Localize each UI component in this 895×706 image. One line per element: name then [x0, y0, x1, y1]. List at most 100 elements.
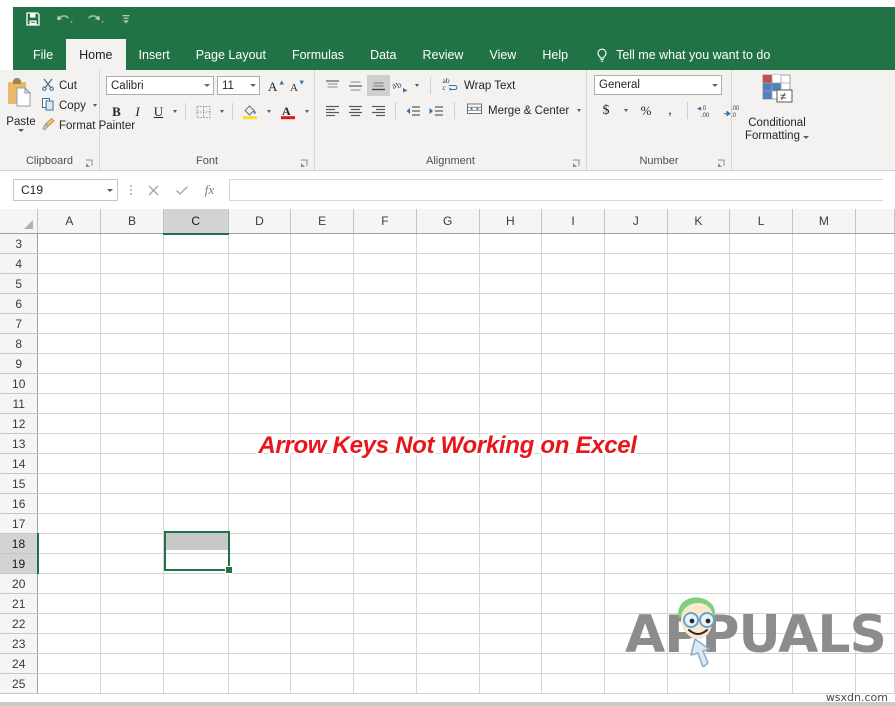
cell-C15[interactable] [163, 473, 229, 494]
cell-I12[interactable] [541, 413, 605, 434]
cell-B10[interactable] [100, 373, 164, 394]
cell-C5[interactable] [163, 273, 229, 294]
cell-I9[interactable] [541, 353, 605, 374]
cell-C7[interactable] [163, 313, 229, 334]
increase-decimal-button[interactable]: .0 .00 [693, 100, 720, 121]
cell-A23[interactable] [37, 633, 102, 654]
cell-K23[interactable] [667, 633, 731, 654]
cell-H3[interactable] [479, 233, 543, 254]
cell-C13[interactable] [163, 433, 229, 454]
wrap-text-button[interactable]: ab c Wrap Text [438, 75, 519, 96]
cell-E21[interactable] [290, 593, 355, 614]
cell-J3[interactable] [604, 233, 668, 254]
tab-data[interactable]: Data [357, 39, 409, 70]
row-header-23[interactable]: 23 [0, 633, 39, 654]
merge-dropdown-caret-icon[interactable] [577, 109, 582, 112]
cell-C24[interactable] [163, 653, 229, 674]
cell-J19[interactable] [604, 553, 668, 574]
cell-I21[interactable] [541, 593, 605, 614]
cell-A10[interactable] [37, 373, 102, 394]
column-header-L[interactable]: L [729, 209, 793, 234]
cell-F6[interactable] [353, 293, 417, 314]
tab-help[interactable]: Help [529, 39, 581, 70]
row-header-7[interactable]: 7 [0, 313, 39, 334]
cell-M17[interactable] [792, 513, 856, 534]
cell-A13[interactable] [37, 433, 102, 454]
cell-J24[interactable] [604, 653, 668, 674]
cell-F5[interactable] [353, 273, 417, 294]
name-box-caret-icon[interactable] [107, 188, 113, 192]
cell-J16[interactable] [604, 493, 668, 514]
cell-E14[interactable] [290, 453, 355, 474]
worksheet-grid[interactable]: ABCDEFGHIJKLM 3 4 5 6 7 8 9 10 11 12 13 14 15 16 17 18 1… [0, 209, 895, 706]
customize-quick-access-toolbar-icon[interactable] [115, 8, 137, 30]
cell-partial-6[interactable] [855, 293, 895, 314]
cell-F10[interactable] [353, 373, 417, 394]
cell-M10[interactable] [792, 373, 856, 394]
cell-I10[interactable] [541, 373, 605, 394]
cell-G6[interactable] [416, 293, 480, 314]
cell-L7[interactable] [729, 313, 793, 334]
cell-partial-9[interactable] [855, 353, 895, 374]
cell-partial-12[interactable] [855, 413, 895, 434]
cell-D23[interactable] [228, 633, 292, 654]
cell-L24[interactable] [729, 653, 793, 674]
row-header-8[interactable]: 8 [0, 333, 39, 354]
cell-L19[interactable] [729, 553, 793, 574]
accounting-dropdown-caret-icon[interactable] [618, 100, 634, 121]
cell-C22[interactable] [163, 613, 229, 634]
cell-J20[interactable] [604, 573, 668, 594]
cell-M18[interactable] [792, 533, 856, 554]
cell-K12[interactable] [667, 413, 731, 434]
cell-M8[interactable] [792, 333, 856, 354]
row-header-12[interactable]: 12 [0, 413, 39, 434]
row-header-19[interactable]: 19 [0, 553, 39, 574]
copy-dropdown-caret-icon[interactable] [92, 104, 97, 107]
cell-G9[interactable] [416, 353, 480, 374]
cell-K25[interactable] [667, 673, 731, 694]
cell-D16[interactable] [228, 493, 292, 514]
cell-H18[interactable] [479, 533, 543, 554]
cell-L5[interactable] [729, 273, 793, 294]
cell-A3[interactable] [37, 233, 102, 254]
cell-J23[interactable] [604, 633, 668, 654]
cell-K3[interactable] [667, 233, 731, 254]
cell-M23[interactable] [792, 633, 856, 654]
number-dialog-launcher-icon[interactable] [717, 159, 726, 168]
cell-D22[interactable] [228, 613, 292, 634]
cell-J17[interactable] [604, 513, 668, 534]
cell-M11[interactable] [792, 393, 856, 414]
cell-C4[interactable] [163, 253, 229, 274]
increase-font-size-button[interactable]: A [265, 75, 286, 96]
cell-E18[interactable] [290, 533, 355, 554]
bottom-align-button[interactable] [367, 75, 390, 96]
align-center-button[interactable] [344, 100, 367, 121]
cell-G15[interactable] [416, 473, 480, 494]
top-align-button[interactable] [321, 75, 344, 96]
cell-M15[interactable] [792, 473, 856, 494]
cell-F20[interactable] [353, 573, 417, 594]
row-header-11[interactable]: 11 [0, 393, 39, 414]
cell-M12[interactable] [792, 413, 856, 434]
cell-F15[interactable] [353, 473, 417, 494]
cell-D21[interactable] [228, 593, 292, 614]
cell-E6[interactable] [290, 293, 355, 314]
cell-D10[interactable] [228, 373, 292, 394]
cell-D25[interactable] [228, 673, 292, 694]
decrease-font-size-button[interactable]: A [286, 75, 307, 96]
decrease-indent-button[interactable] [401, 100, 424, 121]
cell-F7[interactable] [353, 313, 417, 334]
underline-dropdown-caret-icon[interactable] [169, 101, 181, 122]
cell-G24[interactable] [416, 653, 480, 674]
cell-E20[interactable] [290, 573, 355, 594]
cell-partial-16[interactable] [855, 493, 895, 514]
cell-E16[interactable] [290, 493, 355, 514]
borders-dropdown-caret-icon[interactable] [216, 101, 228, 122]
cell-M5[interactable] [792, 273, 856, 294]
cell-D14[interactable] [228, 453, 292, 474]
column-header-I[interactable]: I [541, 209, 605, 234]
cell-J8[interactable] [604, 333, 668, 354]
orientation-button[interactable]: a b [390, 75, 411, 96]
column-header-D[interactable]: D [228, 209, 292, 234]
cell-H17[interactable] [479, 513, 543, 534]
